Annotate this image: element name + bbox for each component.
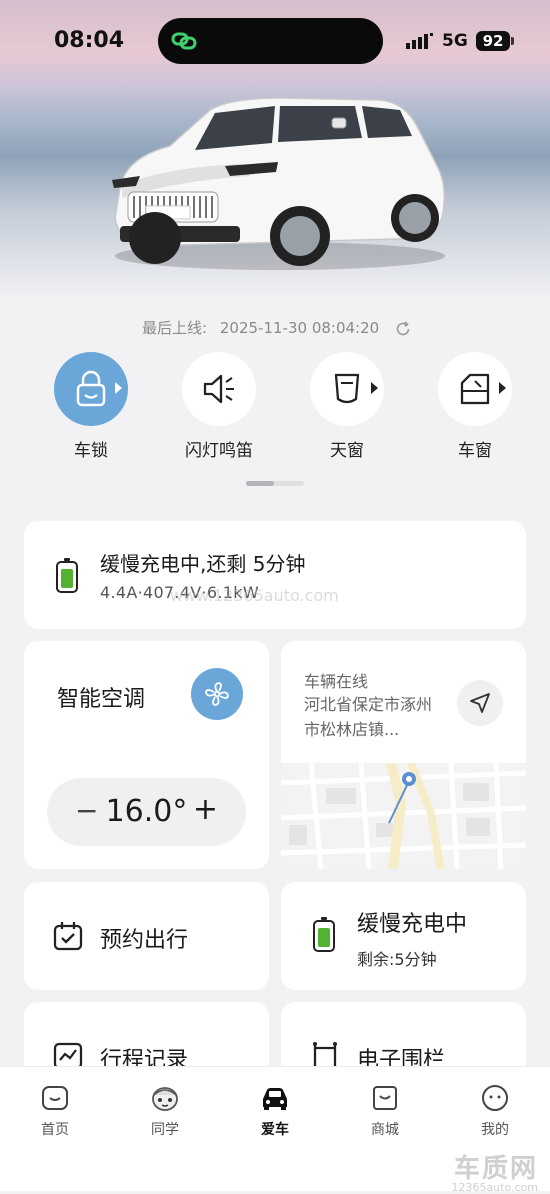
quick-action-label: 车锁 <box>74 441 108 461</box>
charging-title: 缓慢充电中,还剩 5分钟 <box>100 552 306 576</box>
quick-action-label: 闪灯鸣笛 <box>185 441 253 461</box>
temperature-decrease-button[interactable]: − <box>75 794 98 827</box>
tab-profile[interactable]: 我的 <box>460 1083 530 1139</box>
battery-charging-icon <box>56 558 78 593</box>
tab-shop[interactable]: 商城 <box>350 1083 420 1139</box>
climate-card[interactable]: 智能空调 16.0° − + <box>24 641 269 869</box>
car-image <box>112 97 445 270</box>
home-icon <box>42 1086 68 1110</box>
last-online-label: 最后上线: <box>142 319 208 337</box>
network-type: 5G <box>442 31 468 51</box>
charge-remaining-label: 剩余:5分钟 <box>357 950 437 969</box>
sunroof-icon <box>334 373 360 404</box>
profile-icon <box>482 1085 508 1111</box>
battery-level: 92 <box>476 31 510 51</box>
charge-status-label: 缓慢充电中 <box>357 912 468 937</box>
tab-my-car[interactable]: 爱车 <box>240 1083 310 1139</box>
quick-actions: 车锁 闪灯鸣笛 天窗 车窗 <box>0 352 550 462</box>
shop-icon <box>373 1086 397 1110</box>
tab-label: 同学 <box>151 1122 179 1138</box>
car-icon <box>263 1088 287 1110</box>
quick-action-sunroof[interactable]: 天窗 <box>302 352 392 461</box>
vehicle-address: 河北省保定市涿州市松林店镇... <box>304 695 433 739</box>
last-online-time: 2025-11-30 08:04:20 <box>219 319 380 337</box>
fan-button[interactable] <box>191 668 243 720</box>
horn-button[interactable] <box>182 352 256 426</box>
navigate-button[interactable] <box>457 680 503 726</box>
tab-label: 我的 <box>481 1122 509 1138</box>
quick-action-window[interactable]: 车窗 <box>430 352 520 461</box>
fan-icon <box>205 682 229 706</box>
tab-label: 首页 <box>41 1122 69 1138</box>
status-bar: 08:04 5G 92 <box>0 0 550 80</box>
chain-link-icon <box>171 32 197 50</box>
classmate-icon <box>152 1087 178 1111</box>
charge-status-tile[interactable]: 缓慢充电中 剩余:5分钟 <box>281 882 526 990</box>
status-time: 08:04 <box>54 28 125 53</box>
quick-action-lock[interactable]: 车锁 <box>46 352 136 461</box>
tab-label: 爱车 <box>261 1122 289 1138</box>
tab-classmates[interactable]: 同学 <box>130 1083 200 1139</box>
vehicle-online-status: 车辆在线 <box>304 672 369 691</box>
window-expand-arrow-icon <box>499 382 506 394</box>
lock-button[interactable] <box>54 352 128 426</box>
calendar-check-icon <box>53 922 83 951</box>
quick-actions-pager <box>246 481 304 486</box>
sunroof-button[interactable] <box>310 352 384 426</box>
charging-card[interactable]: 缓慢充电中,还剩 5分钟 4.4A·407.4V·6.1kW <box>24 521 526 629</box>
battery-charging-icon <box>313 917 335 952</box>
temperature-control: 16.0° − + <box>47 778 246 846</box>
watermark-main: 车质网 <box>453 1154 538 1184</box>
booking-tile[interactable]: 预约出行 <box>24 882 269 990</box>
lock-icon <box>76 370 106 407</box>
signal-icon <box>406 33 433 49</box>
quick-action-horn[interactable]: 闪灯鸣笛 <box>174 352 264 461</box>
lock-expand-arrow-icon <box>115 382 122 394</box>
booking-label: 预约出行 <box>100 928 189 953</box>
navigation-arrow-icon <box>470 693 490 713</box>
window-icon <box>460 373 490 405</box>
window-button[interactable] <box>438 352 512 426</box>
watermark-sub: 12365auto.com <box>451 1181 538 1194</box>
location-card[interactable]: 车辆在线 河北省保定市涿州市松林店镇... <box>281 641 526 869</box>
tab-home[interactable]: 首页 <box>20 1083 90 1139</box>
tab-label: 商城 <box>371 1122 399 1138</box>
climate-title: 智能空调 <box>57 687 146 712</box>
dynamic-island <box>158 18 383 64</box>
quick-action-label: 车窗 <box>458 441 492 461</box>
last-online: 最后上线: 2025-11-30 08:04:20 <box>0 317 550 338</box>
center-watermark: www.12365auto.com <box>170 586 339 605</box>
temperature-increase-button[interactable]: + <box>193 792 218 827</box>
watermark: 车质网 12365auto.com <box>451 1148 538 1194</box>
location-map[interactable] <box>281 763 526 869</box>
pager-indicator <box>246 481 274 486</box>
horn-icon <box>203 374 234 404</box>
quick-action-label: 天窗 <box>330 441 364 461</box>
battery-tip <box>511 37 514 45</box>
sunroof-expand-arrow-icon <box>371 382 378 394</box>
refresh-icon[interactable] <box>394 320 412 338</box>
